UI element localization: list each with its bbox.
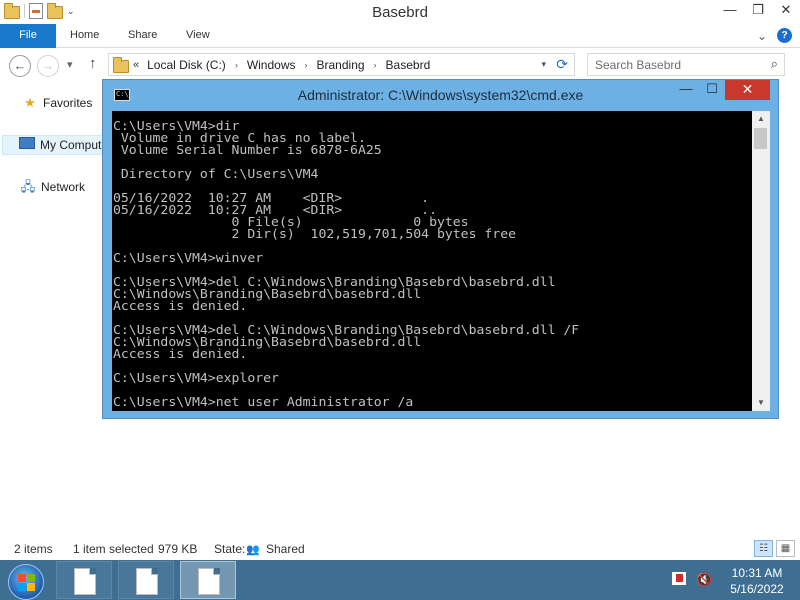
computer-icon (19, 137, 35, 153)
minimize-button[interactable]: — (716, 0, 744, 22)
taskbar: 🔇 10:31 AM 5/16/2022 (0, 560, 800, 600)
nav-item-label: Favorites (43, 96, 93, 110)
back-button[interactable]: ← (9, 55, 31, 77)
forward-button[interactable]: → (37, 55, 59, 77)
recent-locations-dropdown[interactable]: ▾ (67, 58, 73, 71)
console-scrollbar[interactable]: ▲ ▼ (752, 111, 770, 411)
speaker-muted-icon[interactable]: 🔇 (696, 572, 712, 588)
taskbar-app-document-active[interactable] (180, 561, 236, 599)
scroll-up-button[interactable]: ▲ (752, 111, 770, 127)
console-line: 2 Dir(s) 102,519,701,504 bytes free (113, 226, 517, 241)
network-icon: 🖧 (20, 179, 36, 194)
clock-time: 10:31 AM (731, 566, 783, 580)
console-output[interactable]: C:\Users\VM4>dir Volume in drive C has n… (112, 111, 752, 411)
cmd-titlebar[interactable]: C:\_ Administrator: C:\Windows\system32\… (103, 80, 778, 110)
console-line: Access is denied. (113, 298, 248, 313)
tab-home[interactable]: Home (56, 24, 113, 48)
cmd-maximize-button[interactable]: ☐ (699, 80, 725, 100)
search-placeholder: Search Basebrd (595, 58, 682, 72)
cmd-window-controls: — ☐ ✕ (673, 80, 770, 100)
clock[interactable]: 10:31 AM 5/16/2022 (728, 565, 786, 597)
breadcrumb-separator-icon[interactable]: › (235, 60, 238, 70)
taskbar-app-document[interactable] (118, 561, 174, 599)
search-input[interactable]: Search Basebrd ⌕ (587, 53, 785, 76)
nav-item-label: My Computer (40, 138, 104, 152)
maximize-button[interactable]: ❐ (744, 0, 772, 22)
start-button[interactable] (8, 564, 44, 600)
ribbon-help-area: ⌄ ? (757, 28, 792, 43)
document-icon (74, 568, 96, 595)
console-line: C:\Users\VM4>winver (113, 250, 264, 265)
breadcrumb-local-disk[interactable]: Local Disk (C:) (147, 58, 226, 72)
window-title: Basebrd (372, 4, 428, 21)
search-icon[interactable]: ⌕ (771, 56, 778, 72)
ribbon-tabs: File Home Share View ⌄ ? (0, 24, 800, 48)
scroll-thumb[interactable] (754, 128, 767, 149)
selection-size: 979 KB (158, 542, 198, 556)
tab-share[interactable]: Share (114, 24, 171, 48)
nav-item-label: Network (41, 180, 86, 194)
console-line: Access is denied. (113, 346, 248, 361)
nav-item-my-computer[interactable]: My Computer (2, 135, 104, 155)
breadcrumb-basebrd[interactable]: Basebrd (386, 58, 431, 72)
state-label: State: (214, 542, 246, 556)
address-bar[interactable]: « Local Disk (C:) › Windows › Branding ›… (108, 53, 575, 76)
console-line: C:\Users\VM4>net user Administrator /a (113, 394, 414, 409)
refresh-icon[interactable]: ⟳ (556, 56, 568, 73)
cmd-minimize-button[interactable]: — (673, 80, 699, 100)
expand-ribbon-icon[interactable]: ⌄ (757, 29, 767, 43)
tab-view[interactable]: View (172, 24, 224, 48)
scroll-down-button[interactable]: ▼ (752, 395, 770, 411)
close-button[interactable]: ✕ (772, 0, 800, 22)
up-button[interactable]: ↑ (89, 55, 97, 72)
windows-logo-icon (18, 574, 36, 592)
large-icons-view-button[interactable]: ▦ (776, 540, 795, 557)
status-bar: 2 items 1 item selected 979 KB State: Sh… (0, 536, 800, 560)
console-line: Volume Serial Number is 6878-6A25 (113, 142, 382, 157)
breadcrumb-windows[interactable]: Windows (247, 58, 296, 72)
breadcrumb-separator-icon[interactable]: › (374, 60, 377, 70)
console-line: Directory of C:\Users\VM4 (113, 166, 319, 181)
console-line: C:\Users\VM4>explorer (113, 370, 279, 385)
tab-file[interactable]: File (0, 24, 56, 48)
cmd-window: C:\_ Administrator: C:\Windows\system32\… (102, 79, 779, 419)
breadcrumb-separator-icon[interactable]: › (305, 60, 308, 70)
document-icon (136, 568, 158, 595)
explorer-titlebar: ⌄ Basebrd — ❐ ✕ (0, 0, 800, 24)
help-icon[interactable]: ? (777, 28, 792, 43)
breadcrumb-overflow-icon[interactable]: « (133, 59, 139, 71)
document-icon (198, 568, 220, 595)
selection-count: 1 item selected (73, 542, 154, 556)
clock-date: 5/16/2022 (730, 582, 784, 596)
breadcrumb: « Local Disk (C:) › Windows › Branding ›… (133, 58, 430, 72)
console-text: C:\Users\VM4>dir Volume in drive C has n… (113, 119, 579, 409)
address-folder-icon (113, 57, 129, 73)
item-count: 2 items (14, 542, 53, 556)
state-value: Shared (266, 542, 305, 556)
nav-item-network[interactable]: 🖧 Network (20, 177, 85, 197)
address-dropdown-icon[interactable]: ▾ (541, 59, 546, 70)
window-controls: — ❐ ✕ (716, 0, 800, 22)
navigation-bar: ← → ▾ ↑ « Local Disk (C:) › Windows › Br… (0, 48, 800, 82)
navigation-pane: ★ Favorites My Computer 🖧 Network (0, 82, 104, 536)
breadcrumb-branding[interactable]: Branding (317, 58, 365, 72)
shared-icon (246, 542, 262, 556)
taskbar-app-document[interactable] (56, 561, 112, 599)
system-tray: 🔇 (672, 572, 712, 588)
action-center-flag-icon[interactable] (672, 572, 686, 585)
details-view-button[interactable]: ☷ (754, 540, 773, 557)
star-icon: ★ (24, 95, 36, 110)
cmd-close-button[interactable]: ✕ (725, 80, 770, 100)
nav-item-favorites[interactable]: ★ Favorites (22, 93, 92, 113)
